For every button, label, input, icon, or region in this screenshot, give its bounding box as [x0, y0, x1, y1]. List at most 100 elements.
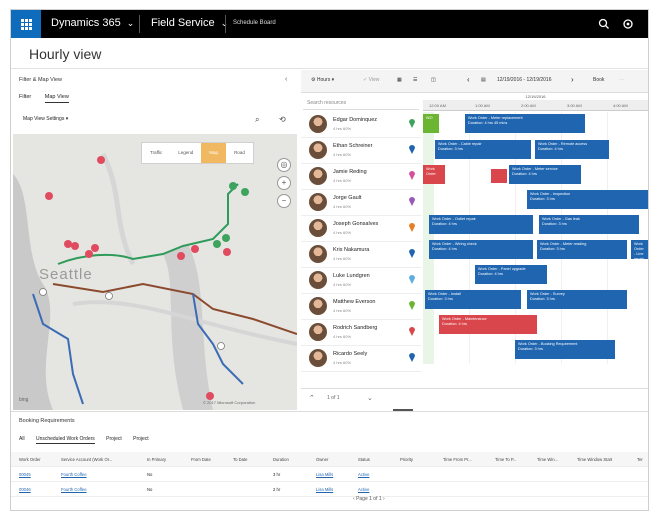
column-header[interactable]: Time Win...	[537, 457, 558, 462]
column-header[interactable]: Time From Pr...	[443, 457, 472, 462]
booking-tile[interactable]: Work Order - Gas leak Duration: 3 hrs	[539, 215, 639, 234]
collapse-panel-button[interactable]: ‹	[285, 76, 287, 83]
column-header[interactable]: In Primary	[147, 457, 166, 462]
booking-tile[interactable]: Work Order - Meter service Duration: 4 hr…	[509, 165, 581, 184]
resource-row[interactable]: Matthew Everson 4 hrs 60%	[301, 294, 421, 320]
search-icon[interactable]	[597, 17, 611, 31]
booking-tile[interactable]: Work Order - Panel upgrade Duration: 4 hr…	[475, 265, 547, 284]
resource-row[interactable]: Jamie Reding 4 hrs 60%	[301, 164, 421, 190]
tab-filter[interactable]: Filter	[19, 94, 31, 102]
zoom-in-button[interactable]: +	[277, 176, 291, 190]
booking-tile[interactable]: Work Order - Inspection Duration: 3 hrs	[527, 190, 648, 209]
caret-down-icon: ▾	[65, 116, 69, 122]
hours-dropdown[interactable]: ⚙ Hours ▾	[311, 77, 334, 83]
tab-unscheduled-work-orders[interactable]: Unscheduled Work Orders	[35, 436, 95, 444]
map-view-icon[interactable]: ◫	[431, 77, 436, 83]
toggle-legend[interactable]: Legend	[170, 143, 201, 163]
more-icon[interactable]: ⋯	[619, 77, 624, 83]
work-order-link[interactable]: 00045	[19, 472, 31, 477]
tab-project[interactable]: Project	[106, 436, 122, 442]
column-header[interactable]: From Date	[191, 457, 211, 462]
table-row[interactable]: 00045 Fourth Coffee No 3 hr Lisa Mills A…	[11, 467, 648, 482]
toggle-traffic[interactable]: Traffic	[142, 143, 170, 163]
resource-row[interactable]: Kris Nakamura 4 hrs 60%	[301, 242, 421, 268]
next-page-icon[interactable]: ›	[383, 496, 385, 502]
resource-row[interactable]: Joseph Gonsalves 4 hrs 60%	[301, 216, 421, 242]
booking-tile[interactable]: Work Order - Remote access Duration: 4 hr…	[535, 140, 609, 159]
work-order-link[interactable]: 00046	[19, 487, 31, 492]
resource-row[interactable]: Edgar Dominquez 4 hrs 60%	[301, 112, 421, 138]
calendar-icon[interactable]: ▤	[481, 77, 486, 83]
resource-row[interactable]: Rodrich Sandberg 4 hrs 60%	[301, 320, 421, 346]
requirements-tabs: All Unscheduled Work Orders Project Proj…	[19, 436, 159, 444]
column-header[interactable]: Status	[358, 457, 370, 462]
booking-tile[interactable]: Work Order - Survey Duration: 3 hrs	[527, 290, 627, 309]
breadcrumb[interactable]: Schedule Board	[233, 20, 276, 26]
status-link[interactable]: Active	[358, 487, 369, 492]
grid-view-icon[interactable]: ▦	[397, 77, 402, 83]
column-header[interactable]: Owner	[316, 457, 328, 462]
resource-row[interactable]: Jorge Gault 4 hrs 60%	[301, 190, 421, 216]
service-account-link[interactable]: Fourth Coffee	[61, 472, 87, 477]
booking-tile[interactable]: Work Order - Booking Requirement Duration…	[515, 340, 615, 359]
book-button[interactable]: Book	[593, 77, 604, 83]
owner-link[interactable]: Lisa Mills	[316, 487, 333, 492]
column-header[interactable]: Service Account (Work Or...	[61, 457, 112, 462]
booking-tile[interactable]: Work Order	[423, 165, 445, 184]
schedule-grid[interactable]: WO Work Order - Meter replacement Duratio…	[423, 112, 648, 364]
column-header[interactable]: Time To P...	[495, 457, 517, 462]
avatar	[309, 323, 327, 341]
resource-search-input[interactable]: Search resources	[303, 96, 419, 110]
service-account-link[interactable]: Fourth Coffee	[61, 487, 87, 492]
toggle-map[interactable]: Map	[201, 143, 227, 163]
caret-down-icon[interactable]: ⌄	[367, 394, 373, 402]
booking-tile[interactable]: Work Order - Outlet repair Duration: 4 hr…	[429, 215, 533, 234]
booking-tile[interactable]: Work Order - Meter reading Duration: 3 hr…	[537, 240, 627, 259]
search-icon[interactable]: ⌕	[255, 115, 259, 125]
booking-tile[interactable]: Work Order - Line repair	[631, 240, 648, 259]
resource-row[interactable]: Ethan Schreiner 4 hrs 60%	[301, 138, 421, 164]
zoom-out-button[interactable]: −	[277, 194, 291, 208]
resource-meta: 4 hrs 60%	[333, 334, 352, 339]
column-header[interactable]: Work Order	[19, 457, 41, 462]
locate-icon[interactable]: ◎	[277, 158, 291, 172]
tab-map-view[interactable]: Map View	[44, 94, 69, 103]
gear-icon[interactable]	[621, 17, 635, 31]
app-launcher-button[interactable]	[11, 10, 41, 38]
booking-tile[interactable]: Work Order - Install Duration: 3 hrs	[425, 290, 521, 309]
refresh-icon[interactable]: ⟲	[279, 115, 286, 124]
resource-row[interactable]: Ricardo Seely 4 hrs 60%	[301, 346, 421, 372]
column-header[interactable]: Ter	[637, 457, 643, 462]
status-link[interactable]: Active	[358, 472, 369, 477]
booking-tile[interactable]: Work Order - Wiring check Duration: 4 hrs	[429, 240, 533, 259]
booking-tile[interactable]	[491, 169, 507, 183]
resource-row[interactable]: Luke Lundgren 4 hrs 60%	[301, 268, 421, 294]
toggle-road[interactable]: Road	[226, 143, 253, 163]
map-view-settings-dropdown[interactable]: Map View Settings ▾	[23, 116, 68, 122]
previous-icon[interactable]: ‹	[467, 75, 470, 84]
column-header[interactable]: Priority	[400, 457, 413, 462]
tab-all[interactable]: All	[19, 436, 25, 442]
booking-tile[interactable]: Work Order - Cable repair Duration: 3 hrs	[435, 140, 531, 159]
column-header[interactable]: Time Window Start	[577, 457, 612, 462]
caret-up-icon[interactable]: ⌃	[309, 394, 315, 402]
previous-page-icon[interactable]: ‹	[353, 496, 355, 502]
booking-tile[interactable]: Work Order - Meter replacement Duration: …	[465, 114, 585, 133]
map-canvas[interactable]: Traffic Legend Map Road ◎ + − Seattle bi…	[13, 134, 297, 410]
next-icon[interactable]: ›	[571, 75, 574, 84]
column-header[interactable]: Duration	[273, 457, 289, 462]
column-header[interactable]: To Date	[233, 457, 247, 462]
owner-link[interactable]: Lisa Mills	[316, 472, 333, 477]
app-menu[interactable]: Field Service⌄	[151, 17, 228, 29]
page-title: Hourly view	[29, 46, 102, 62]
list-view-icon[interactable]: ☰	[413, 77, 417, 83]
view-button[interactable]: ✓ View	[363, 77, 379, 83]
date-range[interactable]: 12/19/2016 - 12/19/2016	[497, 77, 552, 83]
pager-label: Page 1 of 1	[356, 496, 382, 502]
booking-tile[interactable]: Work Order - Maintenance Duration: 4 hrs	[439, 315, 537, 334]
booking-tile[interactable]: WO	[423, 114, 439, 133]
tab-project-2[interactable]: Project	[133, 436, 149, 442]
table-row[interactable]: 00046 Fourth Coffee No 2 hr Lisa Mills A…	[11, 482, 648, 497]
map-pin-icon	[409, 327, 415, 336]
brand-menu[interactable]: Dynamics 365 ⌄	[51, 17, 134, 29]
